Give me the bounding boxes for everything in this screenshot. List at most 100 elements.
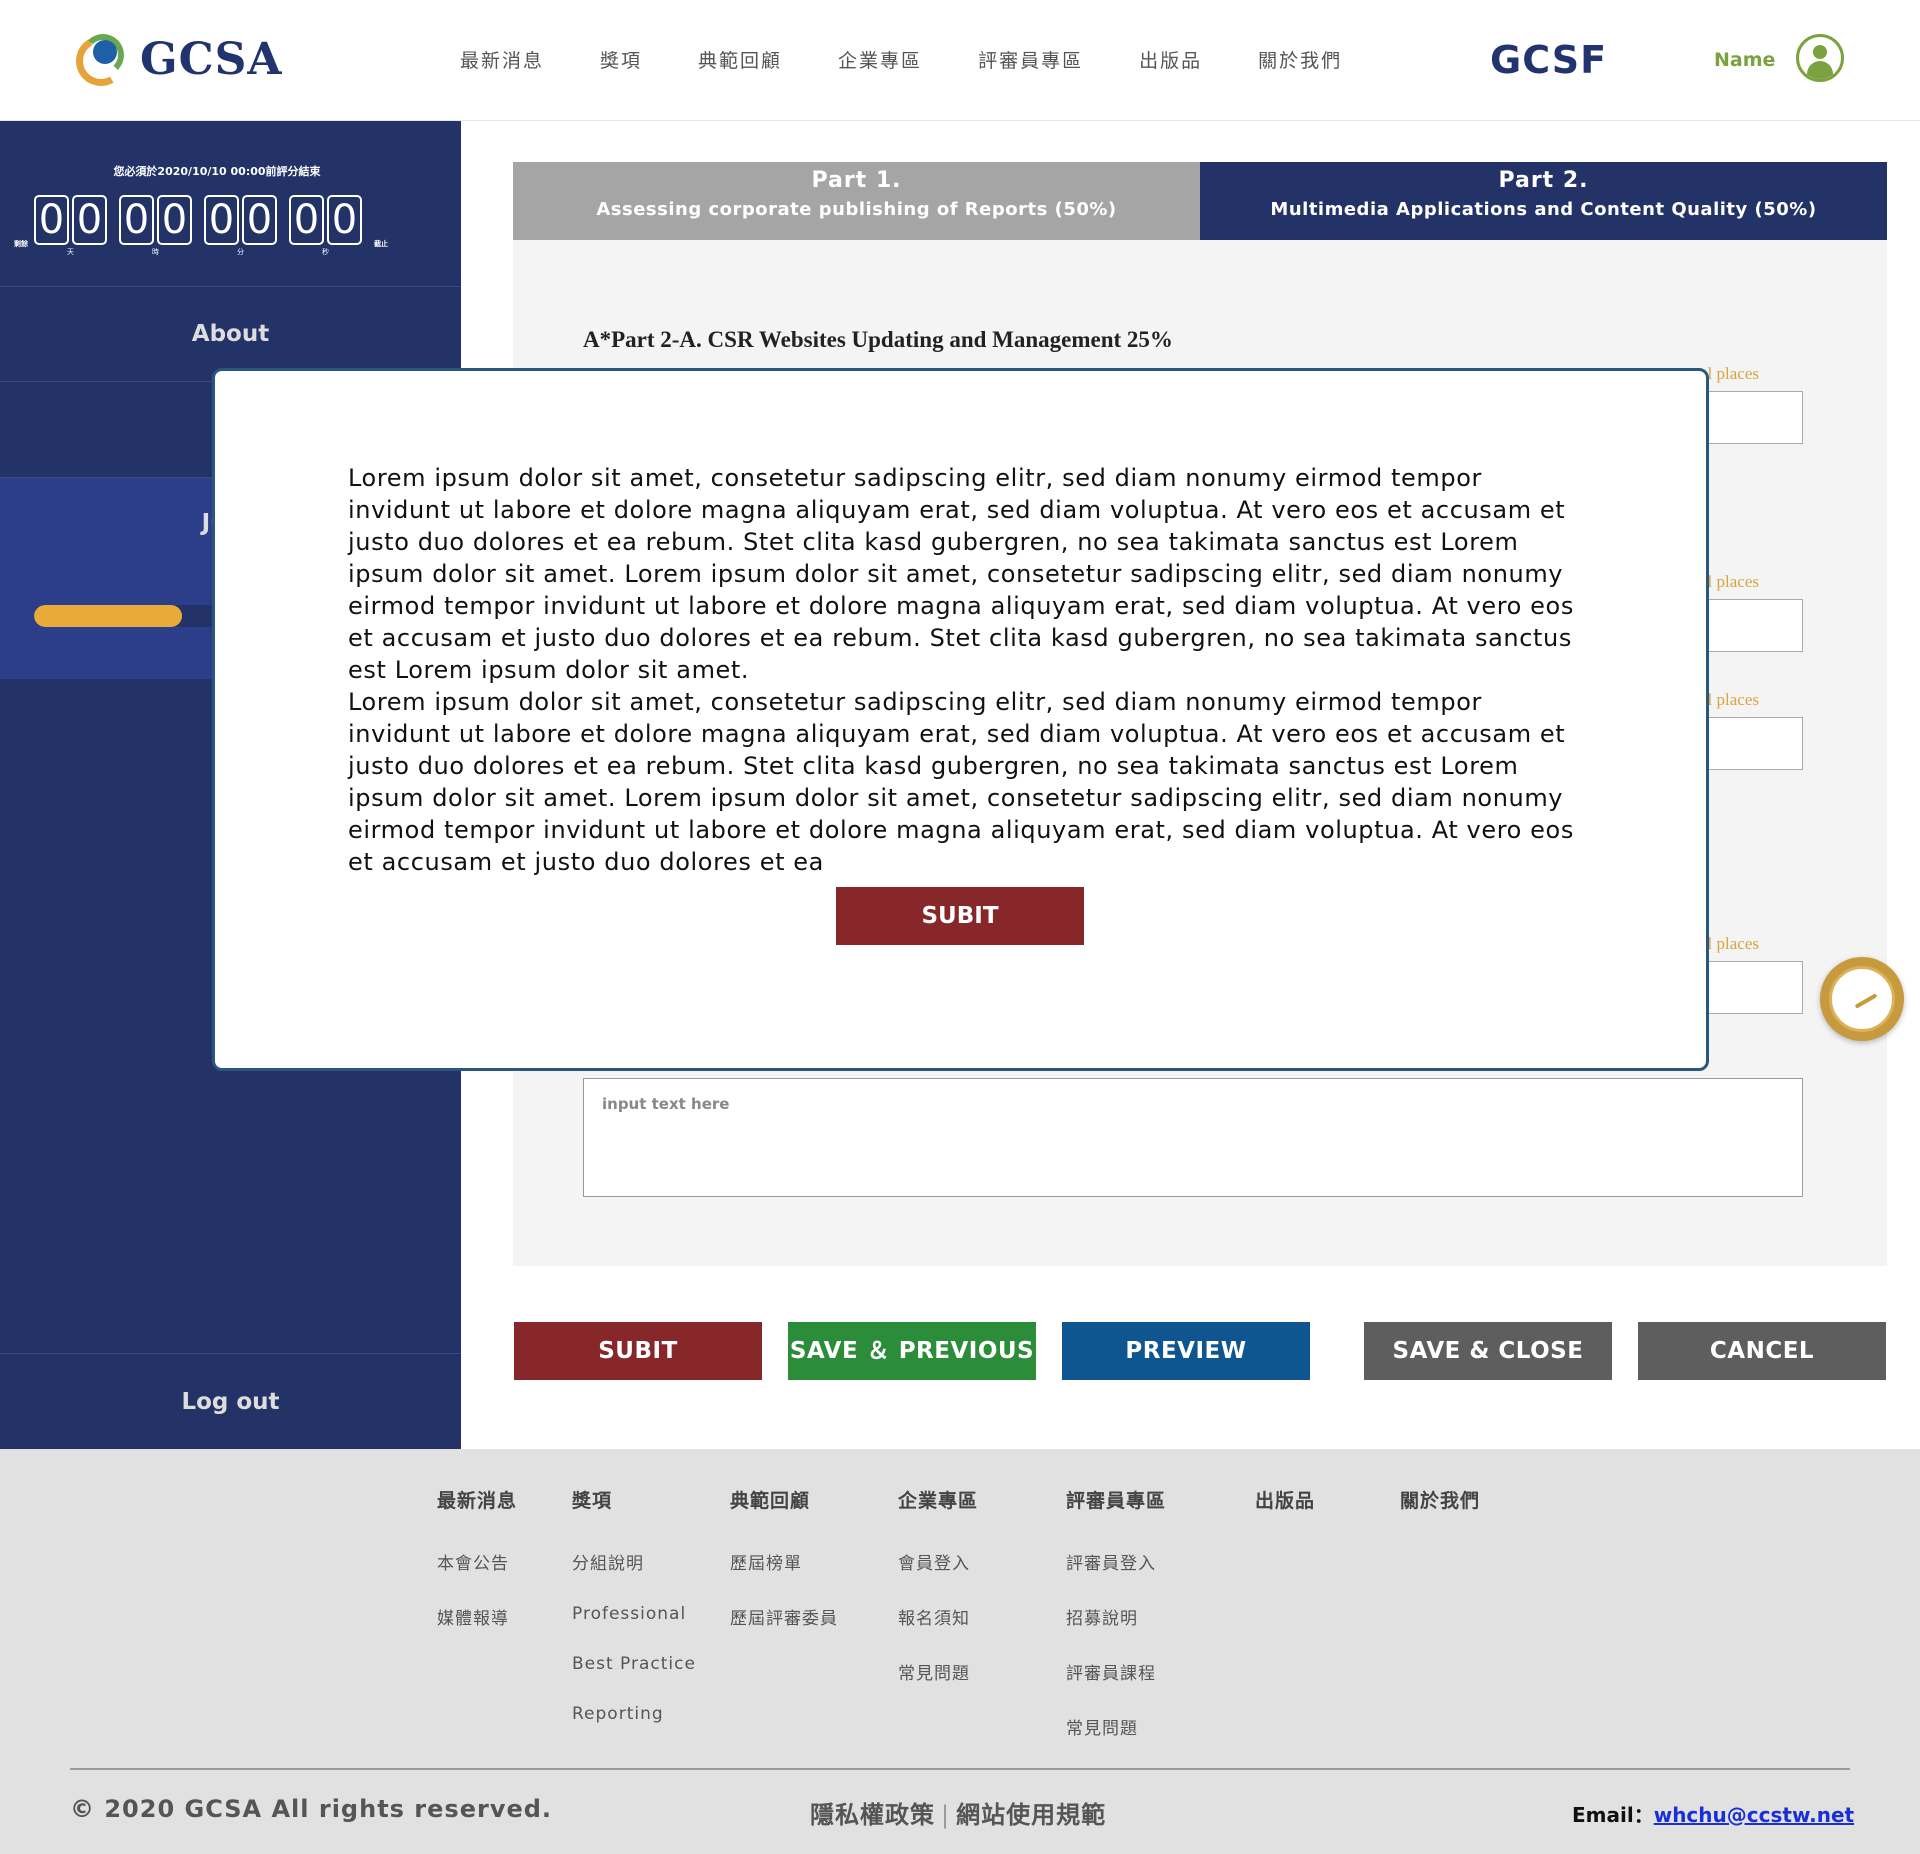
comment-textarea[interactable]: input text here bbox=[583, 1078, 1803, 1197]
score-input[interactable] bbox=[1700, 961, 1803, 1014]
nav-item-review[interactable]: 典範回顧 bbox=[698, 46, 782, 73]
footer-divider bbox=[70, 1768, 1850, 1770]
countdown-timer: 剩餘 0 0 天 0 0 時 0 0 分 0 0 秒 截止 bbox=[14, 195, 394, 257]
judging-progress-fill bbox=[34, 605, 182, 627]
countdown-suffix: 截止 bbox=[374, 240, 388, 248]
save-previous-button[interactable]: SAVE ＆ PREVIOUS bbox=[788, 1322, 1036, 1380]
footer-heading[interactable]: 典範回顧 bbox=[730, 1486, 838, 1513]
footer-link[interactable]: Best Practice bbox=[572, 1654, 696, 1674]
footer-heading[interactable]: 出版品 bbox=[1255, 1486, 1315, 1513]
countdown-unit: 時 bbox=[152, 248, 159, 256]
footer-link[interactable]: 歷屆榜單 bbox=[730, 1549, 838, 1574]
footer-link[interactable]: Professional bbox=[572, 1604, 696, 1624]
footer-link[interactable]: 會員登入 bbox=[898, 1549, 978, 1574]
footer-link[interactable]: 歷屆評審委員 bbox=[730, 1604, 838, 1629]
score-input[interactable] bbox=[1700, 717, 1803, 770]
countdown-unit: 分 bbox=[237, 248, 244, 256]
cancel-button[interactable]: CANCEL bbox=[1638, 1322, 1886, 1380]
footer-col-about: 關於我們 bbox=[1400, 1486, 1480, 1549]
footer-link[interactable]: 評審員登入 bbox=[1066, 1549, 1166, 1574]
footer-heading[interactable]: 評審員專區 bbox=[1066, 1486, 1166, 1513]
tab-subtitle: Assessing corporate publishing of Report… bbox=[596, 199, 1117, 220]
footer-heading[interactable]: 獎項 bbox=[572, 1486, 696, 1513]
preview-button[interactable]: PREVIEW bbox=[1062, 1322, 1310, 1380]
countdown-digit: 0 bbox=[119, 195, 154, 245]
footer-link[interactable]: 評審員課程 bbox=[1066, 1659, 1166, 1684]
nav-item-about[interactable]: 關於我們 bbox=[1258, 46, 1342, 73]
gcsa-logo[interactable]: GCSA bbox=[70, 30, 283, 92]
countdown-title: 您必須於2020/10/10 00:00前評分結束 bbox=[113, 165, 321, 178]
countdown-digit: 0 bbox=[34, 195, 69, 245]
countdown-unit: 秒 bbox=[322, 248, 329, 256]
countdown-days: 0 0 天 bbox=[34, 195, 107, 257]
modal-submit-button[interactable]: SUBIT bbox=[836, 887, 1084, 945]
gcsf-logo[interactable]: GCSF bbox=[1490, 38, 1607, 82]
email-link[interactable]: whchu@ccstw.net bbox=[1654, 1803, 1854, 1827]
footer-col-news: 最新消息 本會公告 媒體報導 bbox=[437, 1486, 517, 1659]
footer-link[interactable]: 本會公告 bbox=[437, 1549, 517, 1574]
countdown-hours: 0 0 時 bbox=[119, 195, 192, 257]
footer-heading[interactable]: 企業專區 bbox=[898, 1486, 978, 1513]
footer-col-awards: 獎項 分組說明 Professional Best Practice Repor… bbox=[572, 1486, 696, 1754]
confirm-modal: Lorem ipsum dolor sit amet, consetetur s… bbox=[212, 368, 1709, 1071]
policy-links: 隱私權政策 | 網站使用規範 bbox=[810, 1801, 1107, 1829]
footer-col-publications: 出版品 bbox=[1255, 1486, 1315, 1549]
footer-col-review: 典範回顧 歷屆榜單 歷屆評審委員 bbox=[730, 1486, 838, 1659]
nav-item-awards[interactable]: 獎項 bbox=[600, 46, 642, 73]
countdown-digit: 0 bbox=[72, 195, 107, 245]
modal-body: Lorem ipsum dolor sit amet, consetetur s… bbox=[348, 462, 1578, 878]
copyright: © 2020 GCSA All rights reserved. bbox=[70, 1795, 553, 1823]
footer-link[interactable]: 媒體報導 bbox=[437, 1604, 517, 1629]
countdown-digit: 0 bbox=[327, 195, 362, 245]
logo-text: GCSA bbox=[140, 33, 283, 85]
section-title: A*Part 2-A. CSR Websites Updating and Ma… bbox=[583, 327, 1173, 352]
countdown-unit: 天 bbox=[67, 248, 74, 256]
part-tabs: Part 1. Assessing corporate publishing o… bbox=[513, 162, 1887, 240]
countdown-minutes: 0 0 分 bbox=[204, 195, 277, 257]
nav-item-judges[interactable]: 評審員專區 bbox=[978, 46, 1083, 73]
countdown-digit: 0 bbox=[289, 195, 324, 245]
logout-button[interactable]: Log out bbox=[0, 1353, 461, 1449]
nav-item-news[interactable]: 最新消息 bbox=[460, 46, 544, 73]
header: GCSA 最新消息 獎項 典範回顧 企業專區 評審員專區 出版品 關於我們 GC… bbox=[0, 0, 1920, 121]
contact-email: Email：whchu@ccstw.net bbox=[1572, 1799, 1854, 1828]
tab-part-2[interactable]: Part 2. Multimedia Applications and Cont… bbox=[1200, 162, 1887, 240]
clock-icon[interactable] bbox=[1820, 957, 1904, 1041]
email-label: Email： bbox=[1572, 1803, 1654, 1827]
gcsa-logo-mark-icon bbox=[70, 30, 132, 92]
footer-link[interactable]: 常見問題 bbox=[1066, 1714, 1166, 1739]
user-name[interactable]: Name bbox=[1714, 49, 1775, 71]
tab-title: Part 2. bbox=[1498, 168, 1589, 193]
countdown-seconds: 0 0 秒 bbox=[289, 195, 362, 257]
footer-heading[interactable]: 關於我們 bbox=[1400, 1486, 1480, 1513]
privacy-link[interactable]: 隱私權政策 bbox=[810, 1801, 935, 1829]
comment-placeholder: input text here bbox=[602, 1095, 730, 1113]
score-input[interactable] bbox=[1700, 599, 1803, 652]
nav-item-publications[interactable]: 出版品 bbox=[1139, 46, 1202, 73]
footer-col-judges: 評審員專區 評審員登入 招募說明 評審員課程 常見問題 bbox=[1066, 1486, 1166, 1769]
modal-paragraph: Lorem ipsum dolor sit amet, consetetur s… bbox=[348, 688, 1574, 876]
user-avatar-icon[interactable] bbox=[1796, 34, 1844, 82]
footer-link[interactable]: 常見問題 bbox=[898, 1659, 978, 1684]
nav-item-enterprise[interactable]: 企業專區 bbox=[838, 46, 922, 73]
terms-link[interactable]: 網站使用規範 bbox=[956, 1801, 1106, 1829]
footer: 最新消息 本會公告 媒體報導 獎項 分組說明 Professional Best… bbox=[0, 1449, 1920, 1854]
score-input[interactable] bbox=[1700, 391, 1803, 444]
footer-link[interactable]: 報名須知 bbox=[898, 1604, 978, 1629]
tab-subtitle: Multimedia Applications and Content Qual… bbox=[1270, 199, 1817, 220]
sidebar-item-about[interactable]: About bbox=[0, 286, 461, 381]
footer-link[interactable]: 分組說明 bbox=[572, 1549, 696, 1574]
save-close-button[interactable]: SAVE & CLOSE bbox=[1364, 1322, 1612, 1380]
countdown-prefix: 剩餘 bbox=[14, 240, 28, 248]
countdown-digit: 0 bbox=[242, 195, 277, 245]
footer-heading[interactable]: 最新消息 bbox=[437, 1486, 517, 1513]
footer-link[interactable]: Reporting bbox=[572, 1704, 696, 1724]
countdown-digit: 0 bbox=[157, 195, 192, 245]
main-nav: 最新消息 獎項 典範回顧 企業專區 評審員專區 出版品 關於我們 bbox=[460, 46, 1398, 73]
modal-paragraph: Lorem ipsum dolor sit amet, consetetur s… bbox=[348, 464, 1574, 684]
footer-col-enterprise: 企業專區 會員登入 報名須知 常見問題 bbox=[898, 1486, 978, 1714]
submit-button[interactable]: SUBIT bbox=[514, 1322, 762, 1380]
tab-part-1[interactable]: Part 1. Assessing corporate publishing o… bbox=[513, 162, 1200, 240]
countdown-digit: 0 bbox=[204, 195, 239, 245]
footer-link[interactable]: 招募說明 bbox=[1066, 1604, 1166, 1629]
